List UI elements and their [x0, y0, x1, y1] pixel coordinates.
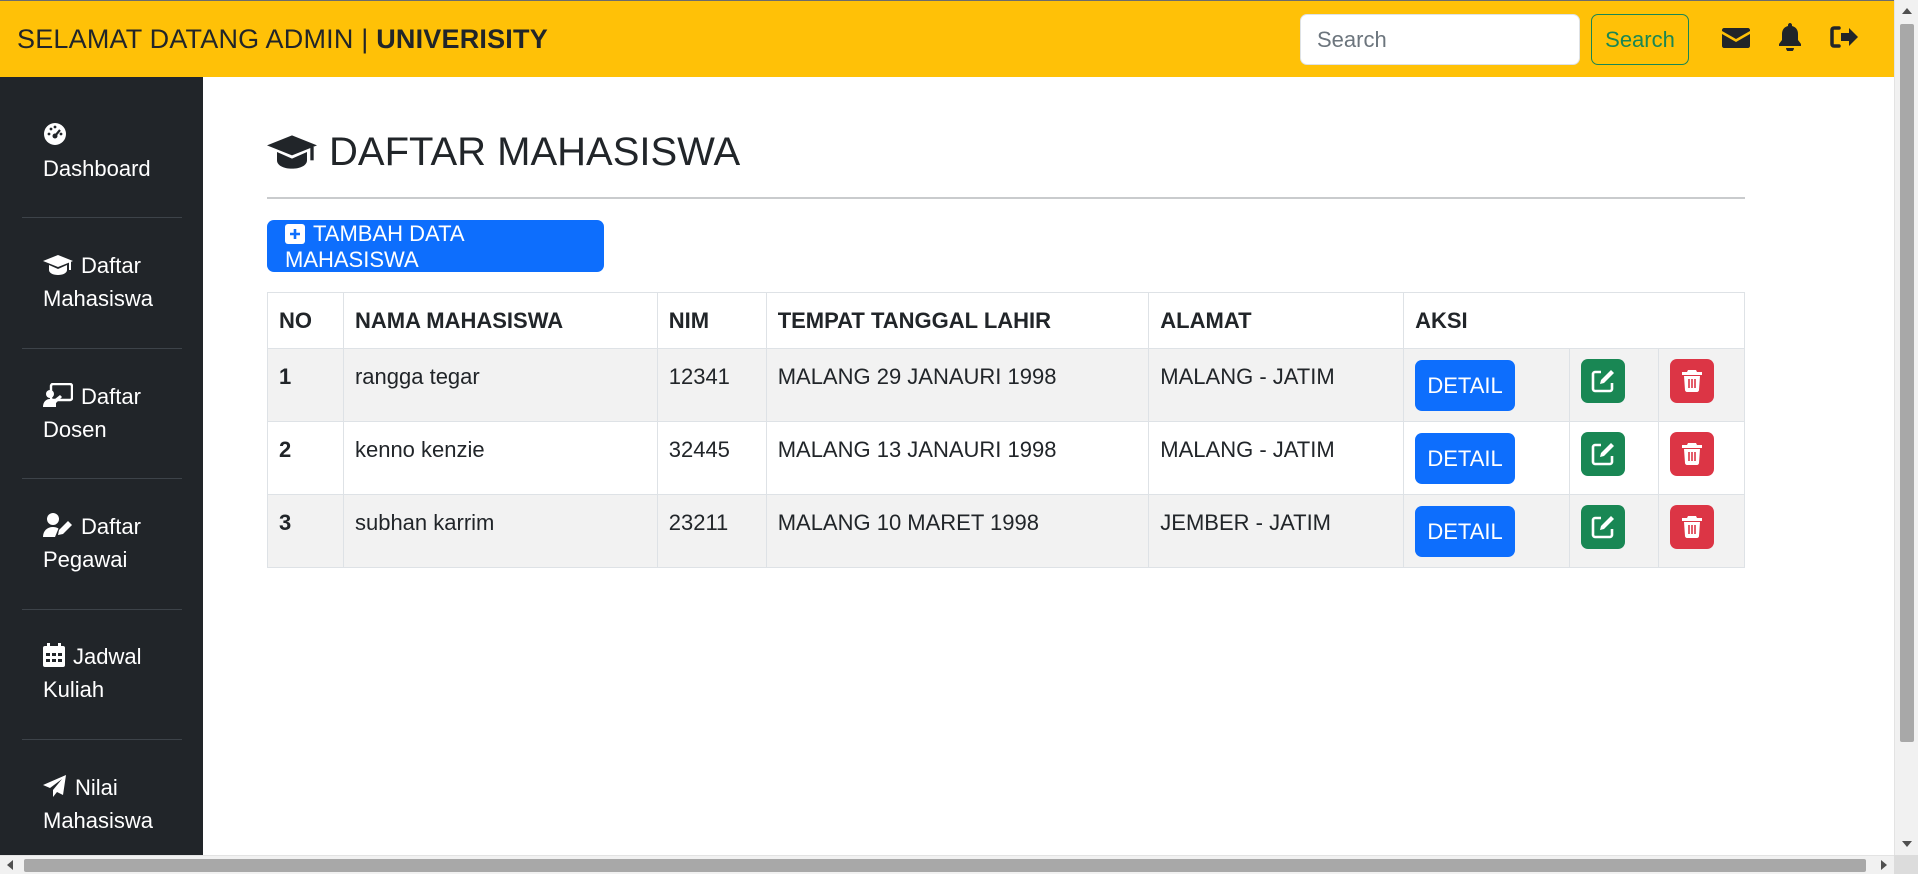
delete-button[interactable] [1669, 432, 1714, 476]
horizontal-scroll-thumb[interactable] [24, 859, 1866, 872]
cell-nama: subhan karrim [342, 494, 658, 568]
edit-button[interactable] [1581, 359, 1625, 403]
header-nim: NIM [656, 292, 767, 349]
page-title: DAFTAR MAHASISWA [267, 130, 740, 175]
sidebar-divider [22, 739, 182, 740]
vertical-scrollbar[interactable] [1894, 0, 1918, 855]
cell-no: 2 [267, 421, 344, 495]
sidebar-item-dashboard[interactable]: Dashboard [22, 119, 182, 185]
edit-button[interactable] [1581, 432, 1625, 476]
cell-detail: DETAIL [1403, 494, 1570, 568]
cell-no: 1 [267, 348, 344, 422]
edit-button[interactable] [1581, 505, 1625, 549]
scroll-down-arrow-icon[interactable] [1902, 841, 1912, 847]
table-row: 3 subhan karrim 23211 MALANG 10 MARET 19… [267, 494, 1746, 568]
title-divider [267, 197, 1745, 199]
trash-icon [1681, 370, 1702, 392]
delete-button[interactable] [1669, 359, 1714, 403]
detail-button[interactable]: DETAIL [1415, 360, 1516, 411]
sidebar-item-daftar-mahasiswa[interactable]: Daftar Mahasiswa [22, 249, 182, 315]
header-aksi: AKSI [1403, 292, 1745, 349]
cell-delete [1657, 494, 1746, 568]
cell-edit [1569, 494, 1659, 568]
cell-delete [1657, 348, 1746, 422]
header-nama: NAMA MAHASISWA [342, 292, 658, 349]
sign-out-icon[interactable] [1828, 21, 1860, 53]
scroll-right-arrow-icon[interactable] [1881, 860, 1887, 870]
cell-nama: kenno kenzie [342, 421, 658, 495]
cell-detail: DETAIL [1403, 348, 1570, 422]
cell-ttl: MALANG 29 JANAURI 1998 [765, 348, 1150, 422]
edit-icon [1591, 370, 1614, 393]
search-button[interactable]: Search [1591, 14, 1689, 65]
envelope-icon[interactable] [1720, 21, 1752, 53]
scroll-left-arrow-icon[interactable] [7, 860, 13, 870]
scrollbar-corner [1894, 855, 1918, 874]
header-ttl: TEMPAT TANGGAL LAHIR [765, 292, 1150, 349]
table-row: 1 rangga tegar 12341 MALANG 29 JANAURI 1… [267, 348, 1746, 422]
sidebar-divider [22, 609, 182, 610]
cell-alamat: MALANG - JATIM [1148, 348, 1405, 422]
user-edit-icon [43, 513, 72, 537]
edit-icon [1591, 443, 1614, 466]
plus-square-icon [285, 224, 305, 244]
cell-nim: 12341 [656, 348, 767, 422]
table-header-row: NO NAMA MAHASISWA NIM TEMPAT TANGGAL LAH… [267, 292, 1745, 349]
paper-plane-icon [43, 775, 66, 797]
graduation-cap-icon [43, 255, 73, 275]
sidebar-divider [22, 348, 182, 349]
sidebar-item-nilai-mahasiswa[interactable]: Nilai Mahasiswa [22, 771, 182, 837]
brand[interactable]: SELAMAT DATANG ADMIN | UNIVERISITY [17, 24, 548, 55]
bell-icon[interactable] [1774, 21, 1806, 53]
chalkboard-teacher-icon [43, 382, 74, 407]
header-alamat: ALAMAT [1148, 292, 1405, 349]
calendar-icon [43, 643, 65, 667]
tachometer-icon [44, 123, 66, 145]
trash-icon [1681, 443, 1702, 465]
add-student-button[interactable]: TAMBAH DATA MAHASISWA [267, 220, 604, 272]
top-navbar: SELAMAT DATANG ADMIN | UNIVERISITY Searc… [0, 0, 1894, 77]
cell-alamat: JEMBER - JATIM [1148, 494, 1405, 568]
sidebar-item-label: Dashboard [43, 156, 151, 181]
search-input[interactable] [1300, 14, 1580, 65]
cell-nim: 23211 [656, 494, 767, 568]
trash-icon [1681, 516, 1702, 538]
delete-button[interactable] [1669, 505, 1714, 549]
student-table: NO NAMA MAHASISWA NIM TEMPAT TANGGAL LAH… [267, 292, 1746, 568]
sidebar-divider [22, 478, 182, 479]
cell-detail: DETAIL [1403, 421, 1570, 495]
cell-alamat: MALANG - JATIM [1148, 421, 1405, 495]
detail-button[interactable]: DETAIL [1415, 433, 1516, 484]
table-row: 2 kenno kenzie 32445 MALANG 13 JANAURI 1… [267, 421, 1746, 495]
cell-edit [1569, 421, 1659, 495]
brand-name: UNIVERISITY [376, 24, 548, 54]
sidebar-item-daftar-pegawai[interactable]: Daftar Pegawai [22, 510, 182, 576]
sidebar-item-jadwal-kuliah[interactable]: Jadwal Kuliah [22, 640, 182, 706]
horizontal-scrollbar[interactable] [0, 855, 1894, 874]
detail-button[interactable]: DETAIL [1415, 506, 1516, 557]
sidebar: Dashboard Daftar Mahasiswa Daftar Dosen … [0, 77, 203, 855]
header-no: NO [267, 292, 344, 349]
vertical-scroll-thumb[interactable] [1900, 24, 1914, 742]
cell-ttl: MALANG 13 JANAURI 1998 [765, 421, 1150, 495]
cell-delete [1657, 421, 1746, 495]
cell-ttl: MALANG 10 MARET 1998 [765, 494, 1150, 568]
page-title-text: DAFTAR MAHASISWA [329, 130, 741, 174]
sidebar-divider [22, 217, 182, 218]
cell-nama: rangga tegar [342, 348, 658, 422]
sidebar-item-daftar-dosen[interactable]: Daftar Dosen [22, 380, 182, 446]
graduation-cap-icon [267, 135, 317, 169]
edit-icon [1591, 516, 1614, 539]
cell-no: 3 [267, 494, 344, 568]
add-student-label: TAMBAH DATA MAHASISWA [285, 221, 464, 272]
scroll-up-arrow-icon[interactable] [1902, 8, 1912, 14]
brand-prefix: SELAMAT DATANG ADMIN | [17, 24, 377, 54]
cell-nim: 32445 [656, 421, 767, 495]
cell-edit [1569, 348, 1659, 422]
